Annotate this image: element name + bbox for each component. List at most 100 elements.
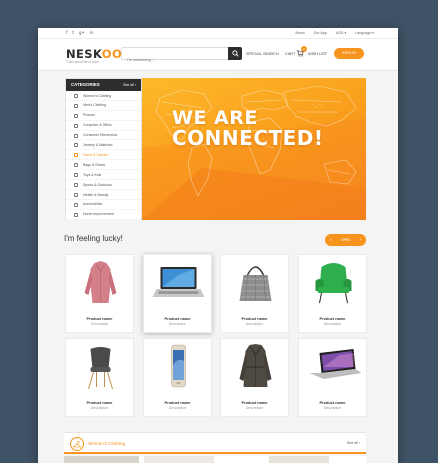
category-icon (74, 103, 78, 108)
google-plus-icon[interactable]: g+ (79, 30, 85, 36)
product-card[interactable]: Product name Description (220, 254, 289, 333)
product-card[interactable]: Product name Description (65, 338, 134, 417)
product-card[interactable]: Product name Description (143, 254, 212, 333)
category-item[interactable]: Jewelry & Watches (66, 140, 141, 151)
categories-header: CATEGORIES See all › (66, 79, 141, 91)
currency-select[interactable]: USD ▾ (336, 31, 346, 36)
product-card[interactable]: Product name Description (143, 338, 212, 417)
category-label: Automobiles (83, 202, 103, 207)
category-label: Home & Garden (83, 152, 109, 157)
product-name[interactable]: Product name (221, 316, 288, 321)
category-icon (74, 163, 78, 168)
categories-menu: CATEGORIES See all › Women's Clothing Men… (65, 78, 142, 220)
webpage-mockup: f t g+ in About Our App USD ▾ Language ▾… (38, 28, 398, 463)
logo[interactable]: NESKOO (66, 48, 122, 60)
laptop-icon (152, 267, 205, 297)
product-name[interactable]: Product name (66, 316, 133, 321)
product-name[interactable]: Product name (66, 400, 133, 405)
category-item[interactable]: Bags & Shoes (66, 160, 141, 171)
product-description: Description (90, 406, 109, 410)
product-card[interactable]: Product name Description (298, 254, 367, 333)
product-card[interactable]: Product name Description (220, 338, 289, 417)
product-name[interactable]: Product name (299, 316, 366, 321)
facebook-icon[interactable]: f (66, 30, 67, 36)
arrow-left-icon: ‹ (330, 236, 332, 243)
category-label: Home Improvement (83, 212, 114, 217)
handbag-icon (239, 266, 272, 302)
category-label: Bags & Shoes (83, 162, 106, 167)
product-description: Description (245, 322, 264, 326)
preview-image[interactable] (144, 456, 214, 463)
search-box (121, 47, 242, 65)
product-card[interactable]: Product name Description (298, 338, 367, 417)
category-item[interactable]: Health & Beauty (66, 190, 141, 200)
categories-list: Women's Clothing Men's Clothing Phones Comp… (66, 91, 141, 220)
tagline: Think about life in color (66, 60, 99, 64)
category-item[interactable]: Sports & Outdoors (66, 180, 141, 190)
category-item[interactable]: Women's Clothing (66, 91, 141, 101)
preview-image[interactable] (269, 456, 329, 463)
social-links: f t g+ in (66, 30, 94, 36)
section-see-all-link[interactable]: See all › (347, 441, 360, 446)
category-label: Computer & Office (83, 123, 112, 128)
twitter-icon[interactable]: t (72, 30, 74, 36)
our-app-link[interactable]: Our App (314, 31, 327, 36)
product-name[interactable]: Product name (221, 400, 288, 405)
logo-prefix: NESK (66, 47, 102, 61)
search-input[interactable] (122, 54, 222, 65)
category-item[interactable]: Home Improvement (66, 210, 141, 220)
category-item[interactable]: Toys & Kids (66, 170, 141, 181)
linkedin-icon[interactable]: in (90, 30, 94, 36)
top-bar: f t g+ in About Our App USD ▾ Language ▾ (38, 28, 398, 39)
category-item[interactable]: Consumer Electronics (66, 131, 141, 141)
about-link[interactable]: About (295, 31, 304, 36)
spin-label: SPIN (341, 238, 350, 242)
category-label: Consumer Electronics (83, 133, 118, 138)
cart-link[interactable]: CART (285, 52, 295, 57)
category-icon (74, 192, 78, 197)
cart-count-badge: 0 (301, 46, 307, 52)
arrow-right-icon: › (359, 236, 361, 243)
category-icon (74, 143, 78, 148)
categories-title: CATEGORIES (71, 82, 100, 87)
product-name[interactable]: Product name (144, 316, 211, 321)
hanger-glyph (72, 440, 82, 448)
category-item[interactable]: Men's Clothing (66, 101, 141, 111)
spin-button[interactable]: ‹ SPIN › (325, 234, 366, 246)
category-label: Sports & Outdoors (83, 182, 112, 187)
lucky-section-title: I'm feeling lucky! (64, 234, 123, 243)
category-item[interactable]: Home & Garden (66, 150, 141, 161)
hero-banner[interactable]: WE ARE CONNECTED! (142, 78, 366, 220)
chair-icon (87, 347, 114, 390)
category-item[interactable]: Automobiles (66, 200, 141, 210)
product-name[interactable]: Product name (144, 400, 211, 405)
category-icon (74, 113, 78, 118)
product-name[interactable]: Product name (299, 400, 366, 405)
category-icon (74, 212, 78, 217)
wishlist-link[interactable]: WISH LIST (308, 52, 327, 57)
trench-coat-icon (239, 344, 272, 387)
language-select[interactable]: Language ▾ (355, 31, 374, 36)
category-label: Toys & Kids (83, 172, 102, 177)
preview-image[interactable] (64, 456, 139, 463)
categories-see-all-link[interactable]: See all › (123, 83, 136, 88)
search-button[interactable] (228, 47, 242, 60)
smartphone-icon (171, 344, 186, 388)
category-icon (74, 94, 78, 98)
category-label: Phones (83, 113, 95, 118)
category-section-bar: Women's Clothing See all › (64, 432, 366, 454)
category-icon (74, 133, 78, 138)
category-label: Men's Clothing (83, 103, 107, 108)
logo-suffix: OO (101, 47, 123, 61)
top-links: About Our App USD ▾ Language ▾ (295, 31, 374, 36)
category-label: Jewelry & Watches (83, 143, 113, 148)
product-card[interactable]: Product name Description (65, 254, 134, 333)
coat-icon (84, 261, 117, 303)
category-item[interactable]: Computer & Office (66, 121, 141, 131)
search-icon (231, 50, 239, 57)
category-icon (74, 173, 78, 178)
special-search-link[interactable]: SPECIAL SEARCH (246, 52, 279, 57)
category-item[interactable]: Phones (66, 111, 141, 121)
sign-in-button[interactable]: SIGN IN (334, 48, 364, 59)
category-icon (74, 183, 78, 188)
